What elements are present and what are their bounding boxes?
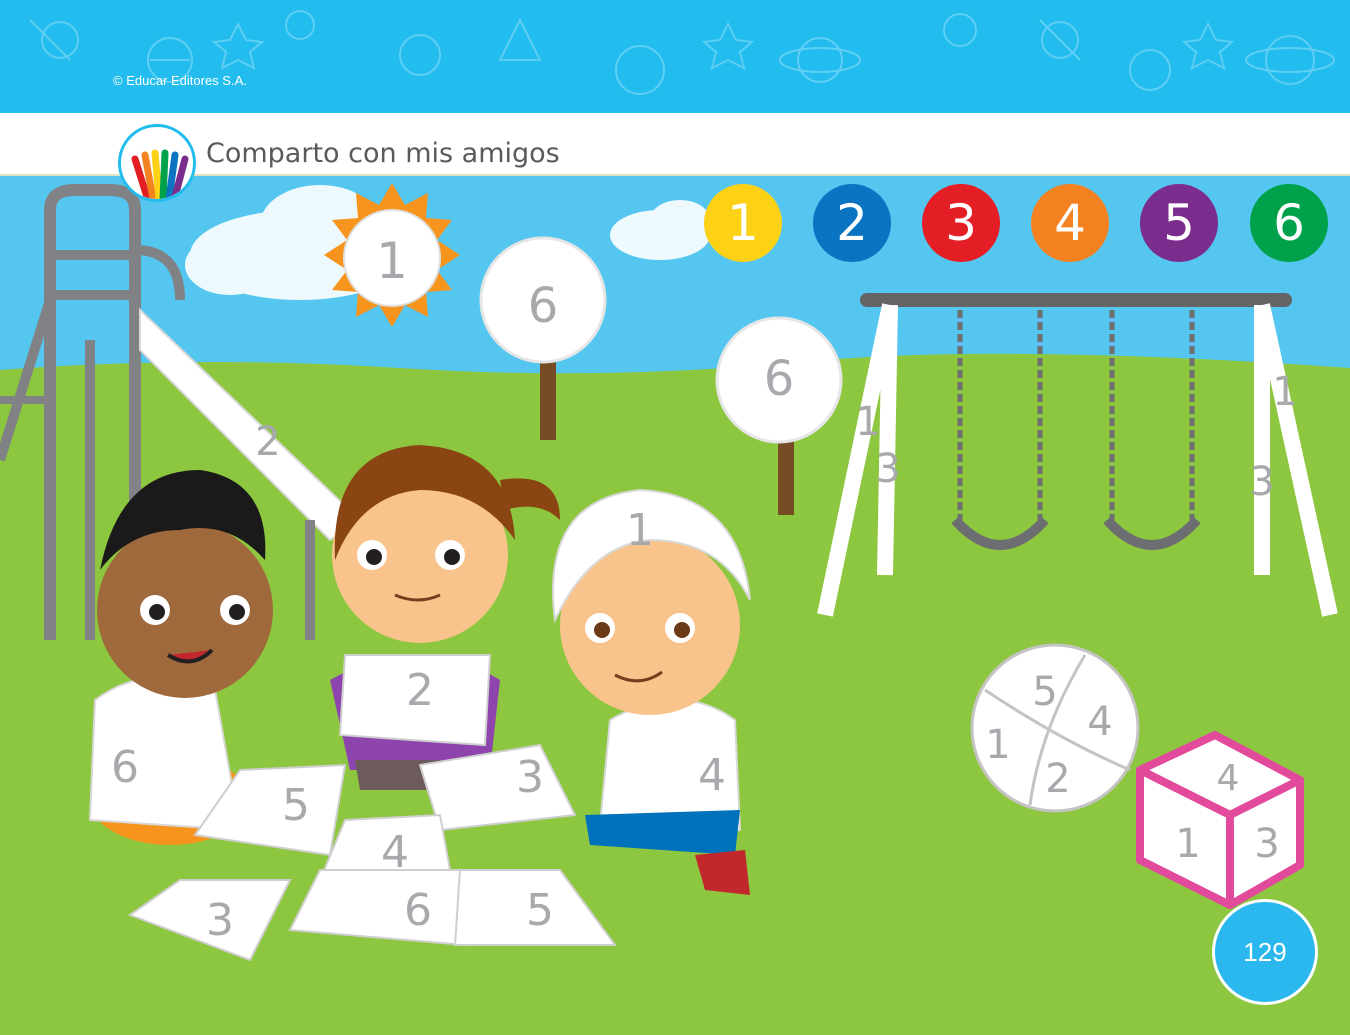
tree-right-number: 6 (764, 351, 795, 407)
puzzle-d-number: 3 (206, 895, 234, 946)
puzzle-a-number: 5 (282, 780, 310, 831)
ball-right-number: 4 (1087, 699, 1112, 745)
legend-circle-3: 3 (922, 184, 1000, 262)
swing-left-upper-number: 1 (855, 399, 880, 445)
sun-number: 1 (376, 232, 408, 290)
boy-left-shirt-number: 6 (111, 742, 139, 793)
legend-number-1: 1 (727, 194, 759, 252)
swing-right-lower-number: 3 (1249, 459, 1274, 505)
legend-circle-6: 6 (1250, 184, 1328, 262)
cube-top-number: 4 (1217, 758, 1240, 799)
legend-circle-5: 5 (1140, 184, 1218, 262)
legend-number-3: 3 (945, 194, 977, 252)
swing-right-upper-number: 1 (1272, 369, 1297, 415)
boy-right-shirt-number: 4 (698, 750, 726, 801)
legend-number-2: 2 (836, 194, 868, 252)
legend-number-5: 5 (1163, 194, 1195, 252)
cube-front-number: 1 (1175, 821, 1200, 867)
playground-scene: 1 6 6 2 1 3 1 3 2 6 1 4 5 3 4 3 6 5 5 4 … (0, 183, 1350, 1035)
page-title: Comparto con mis amigos (206, 138, 560, 169)
ball-top-number: 5 (1032, 669, 1057, 715)
puzzle-b-number: 3 (516, 752, 544, 803)
cube-side-number: 3 (1254, 821, 1279, 867)
legend-number-4: 4 (1054, 194, 1086, 252)
legend-number-6: 6 (1273, 194, 1305, 252)
page-number: 129 (1212, 899, 1318, 1005)
puzzle-c-number: 4 (381, 827, 409, 878)
puzzle-f-number: 5 (526, 885, 554, 936)
legend-circle-4: 4 (1031, 184, 1109, 262)
legend-circle-2: 2 (813, 184, 891, 262)
puzzle-e-number: 6 (404, 885, 432, 936)
slide-number: 2 (255, 419, 280, 465)
cloud-right (610, 200, 710, 260)
ball-bottom-number: 2 (1045, 756, 1070, 802)
legend-circle-1: 1 (704, 184, 782, 262)
tree-left-number: 6 (528, 278, 559, 334)
girl-puzzle-number: 2 (406, 665, 434, 716)
pencils-drawing (131, 149, 189, 199)
ball-left-number: 1 (985, 722, 1010, 768)
colored-pencils-icon (118, 124, 196, 202)
boy-right-hair-number: 1 (626, 505, 654, 556)
swing-left-lower-number: 3 (875, 446, 900, 492)
